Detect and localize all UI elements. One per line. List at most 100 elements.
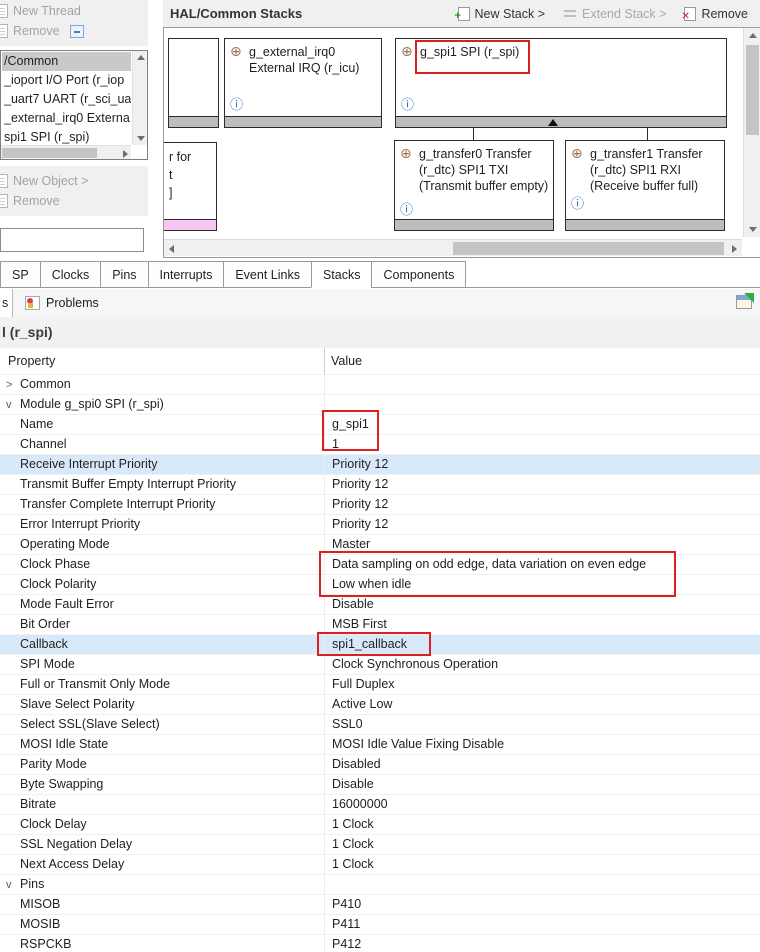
- scrollbar-thumb[interactable]: [2, 148, 97, 158]
- value-cell[interactable]: P411: [324, 915, 760, 934]
- scroll-right-icon[interactable]: [732, 245, 737, 253]
- column-header-value[interactable]: Value: [324, 348, 760, 374]
- table-row[interactable]: Clock Phase Data sampling on odd edge, d…: [0, 554, 760, 574]
- value-cell[interactable]: Data sampling on odd edge, data variatio…: [324, 555, 760, 574]
- remove-stack-button[interactable]: ✕ Remove: [684, 7, 748, 21]
- value-cell[interactable]: [324, 875, 760, 894]
- editor-tab[interactable]: Event Links: [223, 261, 312, 288]
- table-row[interactable]: MOSI Idle State MOSI Idle Value Fixing D…: [0, 734, 760, 754]
- value-cell[interactable]: Priority 12: [324, 495, 760, 514]
- value-cell[interactable]: P412: [324, 935, 760, 952]
- table-row[interactable]: Clock Polarity Low when idle: [0, 574, 760, 594]
- stack-box-external-irq[interactable]: ⊕ g_external_irq0 External IRQ (r_icu) ⓘ: [224, 38, 382, 128]
- list-item[interactable]: _uart7 UART (r_sci_ua: [2, 90, 131, 109]
- value-cell[interactable]: [324, 395, 760, 414]
- filter-input[interactable]: [0, 228, 144, 252]
- table-row[interactable]: Callback spi1_callback: [0, 634, 760, 654]
- table-row[interactable]: Slave Select Polarity Active Low: [0, 694, 760, 714]
- scroll-down-icon[interactable]: [137, 136, 145, 141]
- list-item[interactable]: /Common: [2, 52, 131, 71]
- table-row[interactable]: Pins: [0, 874, 760, 894]
- list-item[interactable]: _external_irq0 Externa: [2, 109, 131, 128]
- new-stack-button[interactable]: + New Stack >: [458, 7, 546, 21]
- table-row[interactable]: SSL Negation Delay 1 Clock: [0, 834, 760, 854]
- stack-box-clipped-left[interactable]: [168, 38, 219, 128]
- editor-tab[interactable]: Pins: [100, 261, 148, 288]
- value-cell[interactable]: P410: [324, 895, 760, 914]
- tab-properties-fragment[interactable]: s: [0, 289, 13, 317]
- table-row[interactable]: Clock Delay 1 Clock: [0, 814, 760, 834]
- editor-tab[interactable]: Clocks: [40, 261, 102, 288]
- tree-arrow-icon[interactable]: [6, 876, 20, 894]
- value-cell[interactable]: 1 Clock: [324, 815, 760, 834]
- info-icon[interactable]: ⓘ: [400, 203, 413, 216]
- value-cell[interactable]: Priority 12: [324, 515, 760, 534]
- editor-tab[interactable]: Interrupts: [148, 261, 225, 288]
- table-row[interactable]: RSPCKB P412: [0, 934, 760, 952]
- remove-thread-button[interactable]: Remove: [0, 20, 148, 40]
- canvas-vertical-scrollbar[interactable]: [743, 28, 760, 237]
- table-row[interactable]: Error Interrupt Priority Priority 12: [0, 514, 760, 534]
- table-row[interactable]: Full or Transmit Only Mode Full Duplex: [0, 674, 760, 694]
- scroll-up-icon[interactable]: [137, 55, 145, 60]
- scroll-left-icon[interactable]: [169, 245, 174, 253]
- value-cell[interactable]: [324, 375, 760, 394]
- list-vertical-scrollbar[interactable]: [132, 51, 147, 145]
- collapse-triangle-icon[interactable]: [548, 119, 558, 126]
- table-row[interactable]: Parity Mode Disabled: [0, 754, 760, 774]
- tab-problems[interactable]: Problems: [13, 296, 111, 310]
- editor-tab[interactable]: Components: [371, 261, 466, 288]
- scroll-right-icon[interactable]: [123, 150, 128, 158]
- editor-tab[interactable]: Stacks: [311, 261, 373, 288]
- value-cell[interactable]: Disabled: [324, 755, 760, 774]
- table-row[interactable]: Byte Swapping Disable: [0, 774, 760, 794]
- list-item[interactable]: _ioport I/O Port (r_iop: [2, 71, 131, 90]
- value-cell[interactable]: MSB First: [324, 615, 760, 634]
- stacks-diagram-canvas[interactable]: ⊕ g_external_irq0 External IRQ (r_icu) ⓘ…: [163, 27, 760, 258]
- value-cell[interactable]: Priority 12: [324, 475, 760, 494]
- stack-box-transfer1[interactable]: ⊕ g_transfer1 Transfer (r_dtc) SPI1 RXI …: [565, 140, 725, 231]
- info-icon[interactable]: ⓘ: [230, 98, 243, 111]
- list-horizontal-scrollbar[interactable]: [1, 145, 131, 159]
- table-row[interactable]: Next Access Delay 1 Clock: [0, 854, 760, 874]
- value-cell[interactable]: MOSI Idle Value Fixing Disable: [324, 735, 760, 754]
- value-cell[interactable]: SSL0: [324, 715, 760, 734]
- value-cell[interactable]: spi1_callback: [324, 635, 760, 654]
- scroll-down-icon[interactable]: [749, 227, 757, 232]
- value-cell[interactable]: Full Duplex: [324, 675, 760, 694]
- stack-box-transfer0[interactable]: ⊕ g_transfer0 Transfer (r_dtc) SPI1 TXI …: [394, 140, 554, 231]
- new-object-button[interactable]: New Object >: [0, 170, 148, 190]
- scroll-up-icon[interactable]: [749, 33, 757, 38]
- value-cell[interactable]: Clock Synchronous Operation: [324, 655, 760, 674]
- value-cell[interactable]: Low when idle: [324, 575, 760, 594]
- scrollbar-thumb[interactable]: [746, 45, 759, 135]
- value-cell[interactable]: Priority 12: [324, 455, 760, 474]
- tree-arrow-icon[interactable]: [6, 396, 20, 414]
- value-cell[interactable]: Disable: [324, 775, 760, 794]
- value-cell[interactable]: g_spi1: [324, 415, 760, 434]
- value-cell[interactable]: Master: [324, 535, 760, 554]
- table-row[interactable]: SPI Mode Clock Synchronous Operation: [0, 654, 760, 674]
- stack-box-clipped-pink[interactable]: r for t ]: [163, 142, 217, 231]
- new-thread-button[interactable]: New Thread: [0, 0, 148, 20]
- table-row[interactable]: Transfer Complete Interrupt Priority Pri…: [0, 494, 760, 514]
- table-row[interactable]: Common: [0, 374, 760, 394]
- table-row[interactable]: Operating Mode Master: [0, 534, 760, 554]
- table-row[interactable]: Bitrate 16000000: [0, 794, 760, 814]
- table-row[interactable]: Select SSL(Slave Select) SSL0: [0, 714, 760, 734]
- value-cell[interactable]: 1 Clock: [324, 835, 760, 854]
- restore-view-icon[interactable]: [736, 295, 752, 309]
- value-cell[interactable]: Active Low: [324, 695, 760, 714]
- table-row[interactable]: Receive Interrupt Priority Priority 12: [0, 454, 760, 474]
- value-cell[interactable]: 1 Clock: [324, 855, 760, 874]
- table-row[interactable]: Name g_spi1: [0, 414, 760, 434]
- table-row[interactable]: MISOB P410: [0, 894, 760, 914]
- canvas-horizontal-scrollbar[interactable]: [164, 239, 742, 256]
- stack-box-spi1[interactable]: ⊕ g_spi1 SPI (r_spi) ⓘ: [395, 38, 727, 128]
- extend-stack-button[interactable]: Extend Stack >: [563, 7, 666, 21]
- tree-arrow-icon[interactable]: [6, 376, 20, 394]
- value-cell[interactable]: 1: [324, 435, 760, 454]
- table-row[interactable]: Bit Order MSB First: [0, 614, 760, 634]
- table-row[interactable]: Module g_spi0 SPI (r_spi): [0, 394, 760, 414]
- table-row[interactable]: Mode Fault Error Disable: [0, 594, 760, 614]
